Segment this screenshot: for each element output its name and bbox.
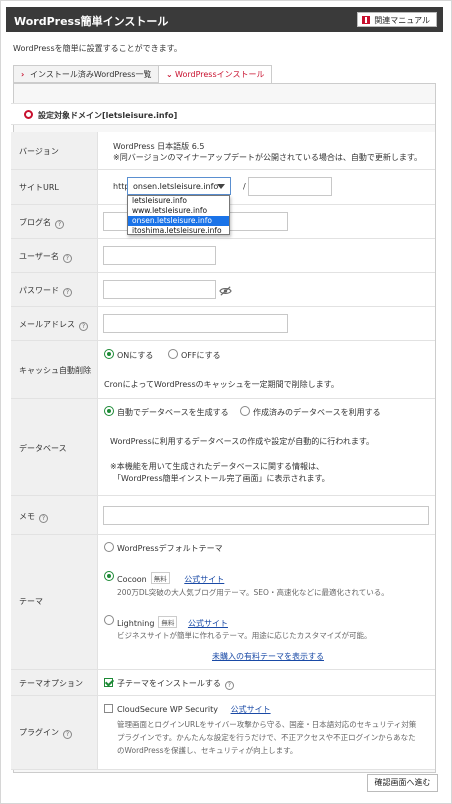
subdomain-option[interactable]: letsleisure.info <box>128 196 229 206</box>
help-icon[interactable]: ? <box>224 681 234 690</box>
subdomain-selected-value: onsen.letsleisure.info <box>133 182 219 191</box>
cloudsecure-checkbox[interactable] <box>104 704 113 713</box>
title-bar: WordPress簡単インストール 関連マニュアル <box>6 7 443 32</box>
tab-wordpress-install[interactable]: ⌄ WordPressインストール <box>158 65 273 84</box>
blog-name-label: ブログ名 <box>19 218 51 227</box>
target-domain-label: 設定対象ドメイン[letsleisure.info] <box>38 111 178 120</box>
site-url-label: サイトURL <box>19 183 59 192</box>
row-plugin: プラグイン? CloudSecure WP Security 公式サイト 管理画… <box>11 696 435 770</box>
help-icon[interactable]: ? <box>63 288 72 297</box>
row-memo: メモ? <box>11 496 435 535</box>
cache-off-radio[interactable] <box>168 349 178 359</box>
intro-text: WordPressを簡単に設置することができます。 <box>13 44 182 53</box>
help-icon[interactable]: ? <box>63 730 72 739</box>
help-icon[interactable]: ? <box>62 254 72 263</box>
row-email: メールアドレス? <box>11 307 435 341</box>
theme-label: テーマ <box>19 597 43 606</box>
help-icon[interactable]: ? <box>79 322 88 331</box>
plugin-desc-3: のWordPressを保護し、セキュリティが向上します。 <box>117 746 298 755</box>
cache-off-label[interactable]: OFFにする <box>181 350 221 361</box>
theme-lightning-label[interactable]: Lightning <box>117 619 154 628</box>
row-user-name: ユーザー名? <box>11 239 435 273</box>
plugin-label: プラグイン <box>19 728 59 737</box>
proceed-to-confirm-button[interactable]: 確認画面へ進む <box>367 774 438 792</box>
row-theme: テーマ WordPressデフォルトテーマ Cocoon 無料 公式サイト 200… <box>11 535 435 670</box>
help-icon[interactable]: ? <box>55 220 64 229</box>
url-path-input[interactable] <box>248 177 332 196</box>
free-badge: 無料 <box>150 572 170 584</box>
password-label: パスワード <box>19 286 59 295</box>
db-auto-label[interactable]: 自動でデータベースを生成する <box>117 407 229 418</box>
cache-on-radio[interactable] <box>104 349 114 359</box>
row-theme-option: テーマオプション 子テーマをインストールする? <box>11 670 435 696</box>
database-label: データベース <box>19 444 67 453</box>
email-label: メールアドレス <box>19 320 75 329</box>
free-badge: 無料 <box>158 616 178 628</box>
lightning-official-link[interactable]: 公式サイト <box>188 619 228 628</box>
theme-option-label: テーマオプション <box>19 679 83 688</box>
cocoon-desc: 200万DL突破の大人気ブログ用テーマ。SEO・高速化などに最適化されている。 <box>117 588 389 597</box>
user-name-label: ユーザー名 <box>19 252 59 261</box>
child-theme-label[interactable]: 子テーマをインストールする <box>117 679 221 688</box>
subdomain-option[interactable]: itoshima.letsleisure.info <box>128 226 229 236</box>
tab-wordpress-install-label: WordPressインストール <box>175 70 265 79</box>
cache-note: CronによってWordPressのキャッシュを一定期間で削除します。 <box>104 380 339 389</box>
subdomain-option-selected[interactable]: onsen.letsleisure.info <box>128 216 229 226</box>
theme-lightning-radio[interactable] <box>104 615 114 625</box>
child-theme-checkbox[interactable] <box>104 678 113 687</box>
theme-default-label[interactable]: WordPressデフォルトテーマ <box>117 543 223 554</box>
page-title: WordPress簡単インストール <box>14 15 169 28</box>
theme-cocoon-radio[interactable] <box>104 571 114 581</box>
db-existing-label[interactable]: 作成済みのデータベースを利用する <box>253 407 381 418</box>
version-value: WordPress 日本語版 6.5 <box>113 142 205 151</box>
db-existing-radio[interactable] <box>240 406 250 416</box>
tab-installed-list[interactable]: › インストール済みWordPress一覧 <box>13 65 160 83</box>
lightning-desc: ビジネスサイトが簡単に作れるテーマ。用途に応じたカスタマイズが可能。 <box>117 631 372 640</box>
version-note: ※同バージョンのマイナーアップデートが公開されている場合は、自動で更新します。 <box>113 153 423 162</box>
subdomain-option[interactable]: www.letsleisure.info <box>128 206 229 216</box>
memo-label: メモ <box>19 512 35 521</box>
cocoon-official-link[interactable]: 公式サイト <box>184 575 224 584</box>
version-label: バージョン <box>19 147 59 156</box>
related-manual-button[interactable]: 関連マニュアル <box>357 12 437 27</box>
plugin-desc-1: 管理画面とログインURLをサイバー攻撃から守る、国産・日本語対応のセキュリティ対… <box>117 720 417 729</box>
cloudsecure-label[interactable]: CloudSecure WP Security <box>117 705 218 714</box>
password-input[interactable] <box>103 280 216 299</box>
cache-on-label[interactable]: ONにする <box>117 350 153 361</box>
tab-installed-list-label: インストール済みWordPress一覧 <box>30 70 152 79</box>
chevron-down-icon: ⌄ <box>166 70 173 79</box>
theme-default-radio[interactable] <box>104 542 114 552</box>
db-note-3: 「WordPress簡単インストール完了画面」に表示されます。 <box>113 474 330 483</box>
show-paid-themes-link[interactable]: 未購入の有料テーマを表示する <box>212 651 324 662</box>
subdomain-select[interactable]: onsen.letsleisure.info <box>127 177 231 195</box>
db-auto-radio[interactable] <box>104 406 114 416</box>
cloudsecure-official-link[interactable]: 公式サイト <box>231 705 271 714</box>
cache-label: キャッシュ自動削除 <box>19 366 91 375</box>
row-cache: キャッシュ自動削除 ONにする OFFにする CronによってWordPress… <box>11 341 435 399</box>
target-domain-bar: 設定対象ドメイン[letsleisure.info] <box>11 103 435 125</box>
db-note-2: ※本機能を用いて生成されたデータベースに関する情報は、 <box>110 462 325 471</box>
db-note-1: WordPressに利用するデータベースの作成や設定が自動的に行われます。 <box>110 437 375 446</box>
subdomain-dropdown-list: letsleisure.info www.letsleisure.info on… <box>127 195 230 235</box>
email-input[interactable] <box>103 314 288 333</box>
row-version: バージョン WordPress 日本語版 6.5 ※同バージョンのマイナーアップ… <box>11 132 435 170</box>
url-slash: / <box>243 182 246 191</box>
plugin-desc-2: プラグインです。かんたんな設定を行うだけで、不正アクセスや不正ログインからあなた <box>117 733 416 742</box>
eye-off-icon[interactable] <box>219 286 232 296</box>
domain-marker-icon <box>24 110 33 119</box>
user-name-input[interactable] <box>103 246 216 265</box>
chevron-right-icon: › <box>21 70 25 79</box>
related-manual-label: 関連マニュアル <box>374 16 430 25</box>
manual-icon <box>362 16 371 24</box>
row-database: データベース 自動でデータベースを生成する 作成済みのデータベースを利用する W… <box>11 399 435 496</box>
help-icon[interactable]: ? <box>39 514 48 523</box>
theme-cocoon-label[interactable]: Cocoon <box>117 575 147 584</box>
page-frame: WordPress簡単インストール 関連マニュアル WordPressを簡単に設… <box>0 0 452 804</box>
memo-input[interactable] <box>103 506 429 525</box>
chevron-down-icon <box>217 184 225 189</box>
